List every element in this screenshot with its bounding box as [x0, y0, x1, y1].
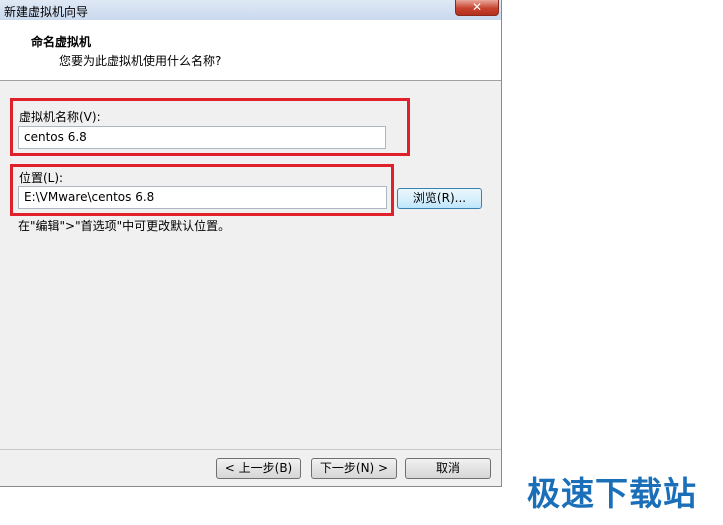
cancel-button[interactable]: 取消 [405, 458, 491, 479]
next-button[interactable]: 下一步(N) > [311, 458, 397, 479]
new-vm-wizard-window: 新建虚拟机向导 ✕ 命名虚拟机 您要为此虚拟机使用什么名称? 虚拟机名称(V):… [0, 0, 502, 487]
title-bar[interactable]: 新建虚拟机向导 ✕ [0, 0, 501, 20]
window-title: 新建虚拟机向导 [4, 5, 89, 19]
close-button[interactable]: ✕ [455, 0, 499, 16]
footer-divider [0, 449, 501, 450]
back-button[interactable]: < 上一步(B) [216, 458, 301, 479]
wizard-header: 命名虚拟机 您要为此虚拟机使用什么名称? [0, 20, 501, 81]
page-subtitle: 您要为此虚拟机使用什么名称? [59, 54, 222, 68]
watermark-logo: 极速下载站 [527, 474, 697, 513]
location-label: 位置(L): [19, 171, 64, 185]
browse-button[interactable]: 浏览(R)... [397, 188, 482, 209]
close-icon: ✕ [471, 0, 483, 14]
page-title: 命名虚拟机 [31, 35, 92, 49]
vm-name-input[interactable]: centos 6.8 [18, 126, 386, 149]
vm-name-label: 虚拟机名称(V): [19, 110, 101, 124]
location-hint: 在"编辑">"首选项"中可更改默认位置。 [18, 219, 231, 233]
location-input[interactable]: E:\VMware\centos 6.8 [18, 186, 387, 209]
